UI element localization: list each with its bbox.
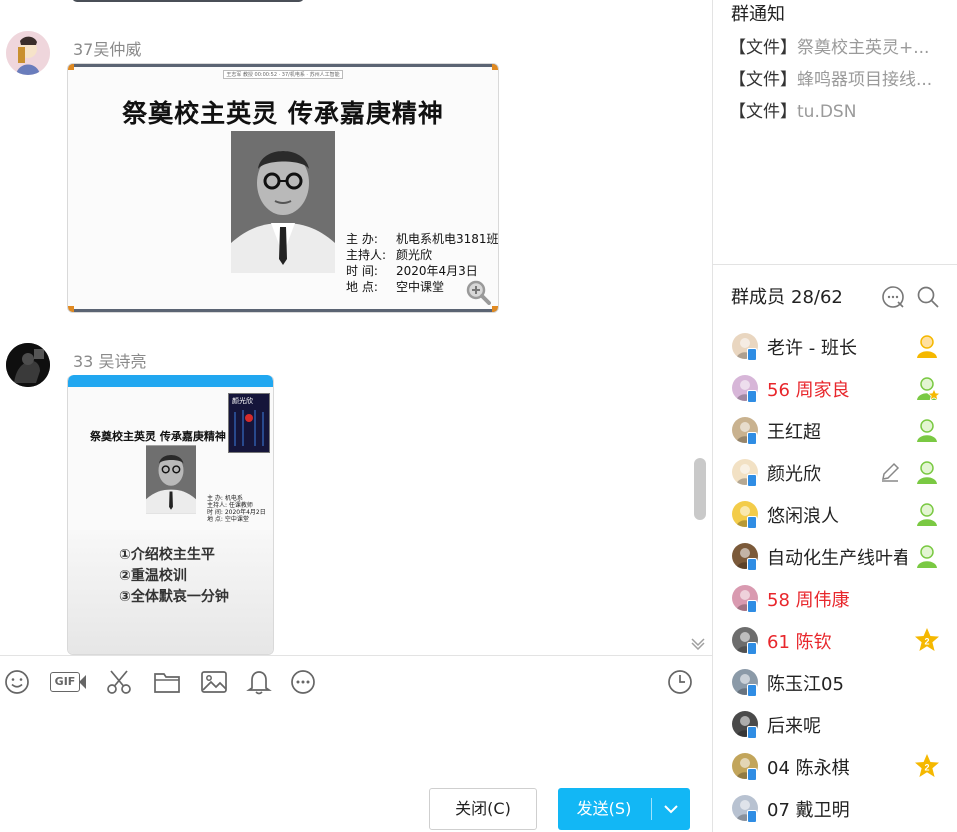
member-name: 04 陈永棋 <box>767 758 850 779</box>
send-button[interactable]: 发送(S) <box>558 788 690 830</box>
gif-icon[interactable]: GIF <box>50 672 80 692</box>
group-owner-icon <box>914 333 940 359</box>
send-button-label: 发送(S) <box>576 799 632 818</box>
member-count: 28/62 <box>791 287 843 308</box>
svg-text:2: 2 <box>924 637 929 647</box>
sender-name: 33 吴诗亮 <box>73 352 147 371</box>
portrait-photo <box>146 445 196 514</box>
image-message[interactable]: 祭奠校主英灵 传承嘉庚精神 颜光欣 主 办: 机电系 主持人: 任课教师 时 间… <box>67 375 274 655</box>
slide-title: 祭奠校主英灵 传承嘉庚精神 <box>122 99 444 128</box>
member-name: 07 戴卫明 <box>767 800 850 821</box>
group-admin-icon <box>914 459 940 485</box>
chevron-down-icon[interactable] <box>652 788 690 830</box>
member-name: 61 陈钦 <box>767 632 832 653</box>
history-clock-icon[interactable] <box>666 668 694 696</box>
scroll-to-bottom-icon[interactable] <box>690 636 706 654</box>
level-star-icon: 2 <box>914 627 940 653</box>
member-name: 陈玉江05 <box>767 674 844 695</box>
slide-agenda: ①介绍校主生平 ②重温校训 ③全体默哀一分钟 <box>119 547 229 605</box>
slide-header-strip: 王志军 教授 00:00:52 · 37/机电系 · 苏州人工智能 <box>223 70 343 79</box>
more-icon[interactable] <box>289 668 317 696</box>
zoom-in-icon[interactable] <box>465 279 491 305</box>
mobile-online-icon <box>747 390 757 403</box>
emoji-icon[interactable] <box>3 668 31 696</box>
member-chat-icon[interactable] <box>881 285 905 309</box>
mobile-online-icon <box>747 516 757 529</box>
member-name: 56 周家良 <box>767 380 850 401</box>
member-item[interactable]: 王红超 <box>731 410 951 450</box>
folder-icon[interactable] <box>153 668 181 696</box>
avatar[interactable] <box>6 31 50 75</box>
avatar[interactable] <box>6 343 50 387</box>
screenshot-scissors-icon[interactable] <box>105 668 133 696</box>
member-item[interactable]: 后来呢 <box>731 704 951 744</box>
group-notice-title: 群通知 <box>731 4 785 25</box>
member-name: 王红超 <box>767 422 821 443</box>
group-members-title: 群成员 28/62 <box>731 287 843 308</box>
level-star-icon: 2 <box>914 753 940 779</box>
mobile-online-icon <box>747 432 757 445</box>
member-item[interactable]: 陈玉江05 <box>731 662 951 702</box>
mobile-online-icon <box>747 768 757 781</box>
search-icon[interactable] <box>916 285 940 309</box>
message-input[interactable] <box>0 700 712 784</box>
mobile-online-icon <box>747 810 757 823</box>
member-name: 自动化生产线叶春 <box>767 548 907 569</box>
qq-group-chat-window: 37吴仲威 王志军 教授 00:00:52 · 37/机电系 · 苏州人工智能 … <box>0 0 957 832</box>
mobile-online-icon <box>747 726 757 739</box>
slide-title: 祭奠校主英灵 传承嘉庚精神 <box>90 430 226 443</box>
member-name: 老许 - 班长 <box>767 338 857 359</box>
portrait-photo <box>231 131 335 273</box>
notice-file-item[interactable]: 【文件】祭奠校主英灵+... <box>729 33 929 58</box>
svg-text:2: 2 <box>924 763 929 773</box>
bell-icon[interactable] <box>245 668 273 696</box>
member-item[interactable]: 56 周家良 <box>731 368 951 408</box>
image-icon[interactable] <box>200 668 228 696</box>
close-button[interactable]: 关闭(C) <box>429 788 537 830</box>
mobile-online-icon <box>747 642 757 655</box>
mobile-online-icon <box>747 348 757 361</box>
group-admin-icon <box>914 417 940 443</box>
member-item[interactable]: 悠闲浪人 <box>731 494 951 534</box>
member-item[interactable]: 自动化生产线叶春 <box>731 536 951 576</box>
member-item[interactable]: 04 陈永棋 2 <box>731 746 951 786</box>
video-thumbnail: 颜光欣 <box>228 393 270 453</box>
member-item[interactable]: 老许 - 班长 <box>731 326 951 366</box>
member-item[interactable]: 07 戴卫明 <box>731 788 951 828</box>
message-list[interactable]: 37吴仲威 王志军 教授 00:00:52 · 37/机电系 · 苏州人工智能 … <box>0 0 712 655</box>
member-item[interactable]: 61 陈钦 2 <box>731 620 951 660</box>
member-item[interactable]: 58 周伟康 <box>731 578 951 618</box>
mobile-online-icon <box>747 600 757 613</box>
group-admin-icon <box>914 501 940 527</box>
edit-pencil-icon[interactable] <box>879 461 901 483</box>
scrollbar[interactable] <box>694 458 706 520</box>
group-admin-icon <box>914 543 940 569</box>
mobile-online-icon <box>747 558 757 571</box>
notice-file-item[interactable]: 【文件】tu.DSN <box>729 97 856 122</box>
sender-name: 37吴仲威 <box>73 40 142 59</box>
notice-file-item[interactable]: 【文件】蜂鸣器项目接线... <box>729 65 932 90</box>
slide-info: 主 办: 机电系 主持人: 任课教师 时 间: 2020年4月2日 地 点: 空… <box>207 495 266 523</box>
group-admin-icon <box>914 375 942 401</box>
mobile-online-icon <box>747 684 757 697</box>
member-name: 后来呢 <box>767 716 821 737</box>
member-item[interactable]: 颜光欣 <box>731 452 951 492</box>
mobile-online-icon <box>747 474 757 487</box>
image-message[interactable]: 王志军 教授 00:00:52 · 37/机电系 · 苏州人工智能 祭奠校主英灵… <box>67 63 499 313</box>
member-name: 58 周伟康 <box>767 590 850 611</box>
member-name: 悠闲浪人 <box>767 506 839 527</box>
previous-message-bubble <box>72 0 304 2</box>
